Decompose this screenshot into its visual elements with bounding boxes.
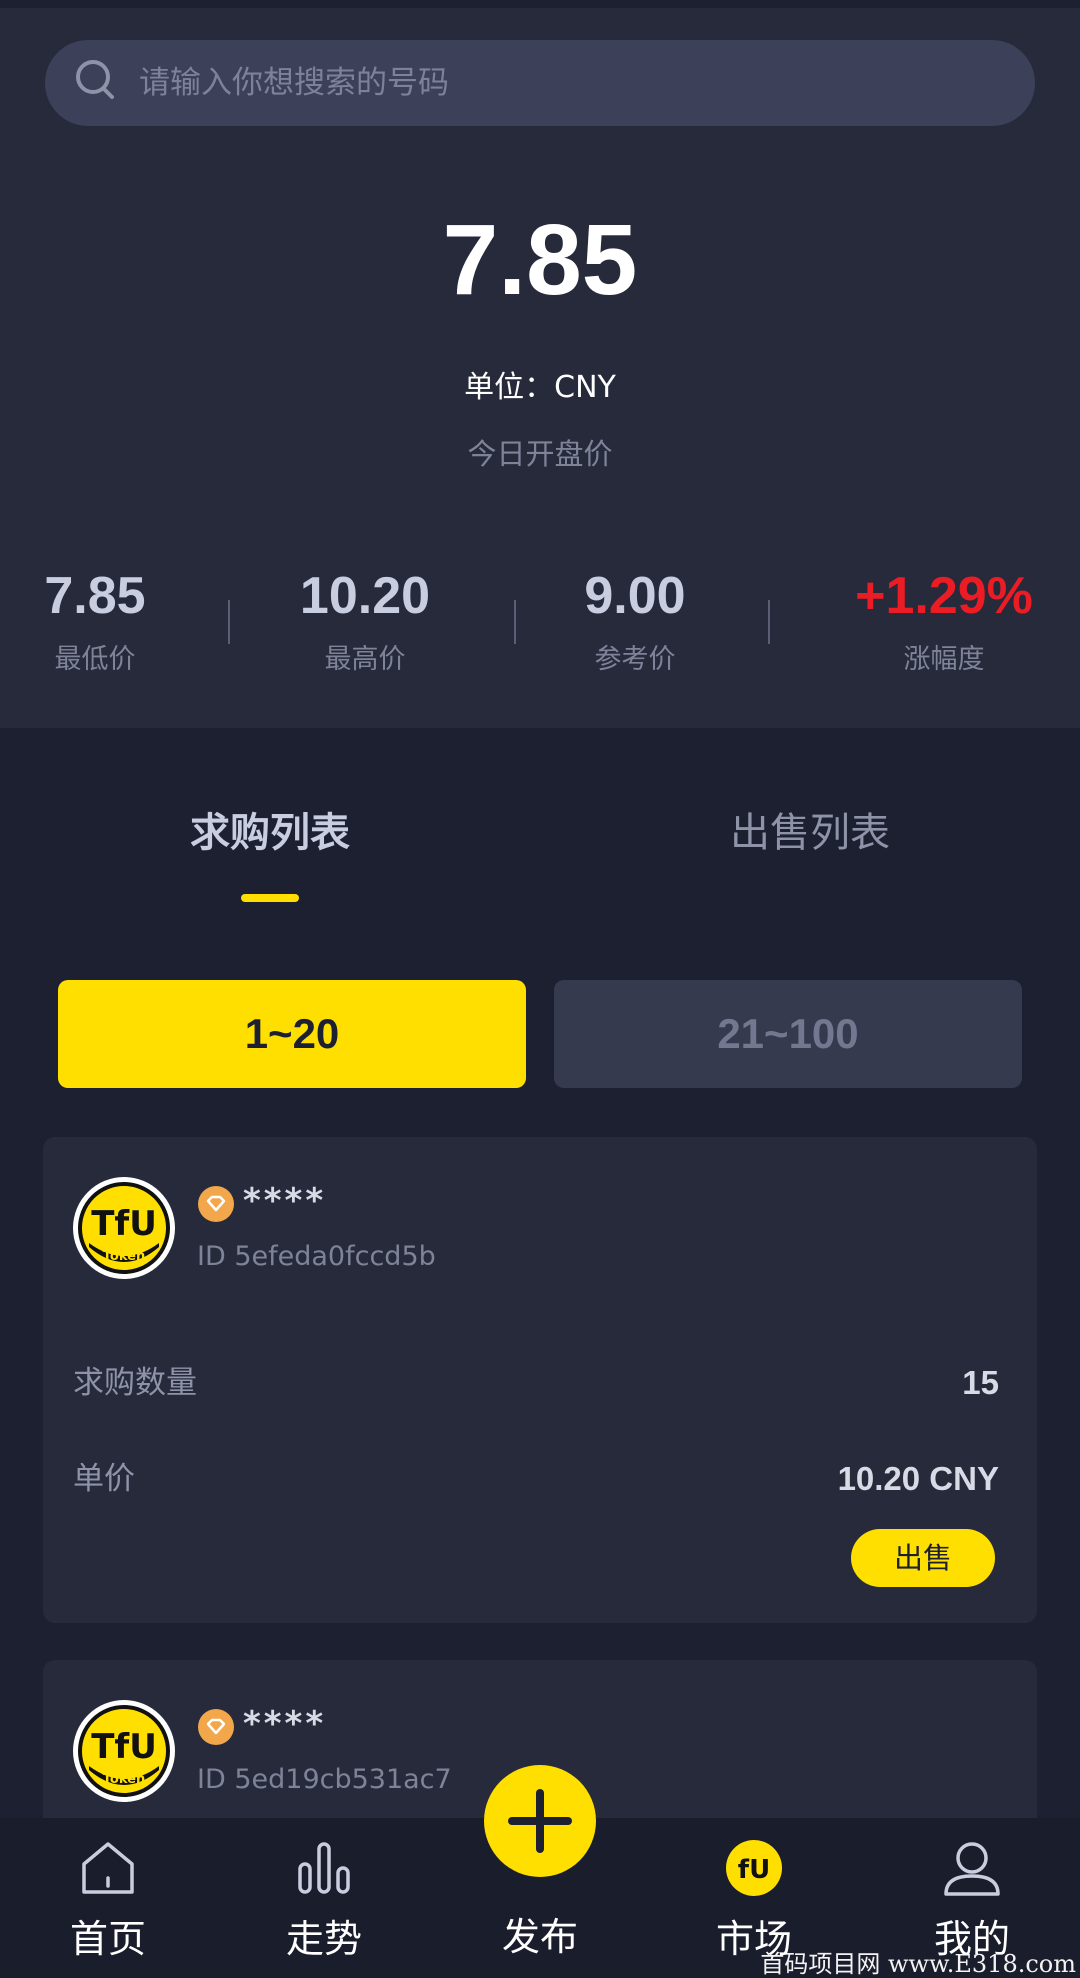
user-name: **** (243, 1704, 327, 1744)
stat-low-label: 最低价 (54, 644, 136, 675)
stat-reference: 9.00 参考价 (555, 560, 715, 682)
stat-divider (514, 600, 516, 644)
avatar-logo-text: TfU (91, 1204, 157, 1244)
search-input[interactable] (139, 53, 1035, 113)
stat-change-label: 涨幅度 (903, 644, 985, 675)
page: 7.85 单位：CNY 今日开盘价 7.85 最低价 10.20 最高价 9.0… (0, 0, 1080, 1978)
stat-high-label: 最高价 (324, 644, 406, 675)
tab-sell-list[interactable]: 出售列表 (610, 790, 1010, 876)
nav-label-trend: 走势 (285, 1917, 362, 1961)
status-bar-strip (0, 0, 1080, 8)
range-1-20-button[interactable]: 1~20 (58, 980, 526, 1088)
token-logo-icon: fU (724, 1838, 784, 1898)
range-21-100-button[interactable]: 21~100 (554, 980, 1022, 1088)
stat-change: +1.29% 涨幅度 (836, 560, 1052, 682)
vip-badge-icon (197, 1185, 235, 1223)
search-icon (73, 57, 121, 109)
home-icon (78, 1838, 138, 1898)
publish-button[interactable] (484, 1765, 596, 1877)
price-stats: 7.85 最低价 10.20 最高价 9.00 参考价 +1.29% 涨幅度 (0, 560, 1080, 700)
watermark: 首码项目网 www.E318.com (760, 1950, 1076, 1978)
bar-chart-icon (294, 1838, 354, 1898)
nav-label-home: 首页 (69, 1917, 146, 1961)
price-header: 7.85 单位：CNY 今日开盘价 7.85 最低价 10.20 最高价 9.0… (0, 0, 1080, 728)
quantity-label: 求购数量 (73, 1365, 197, 1401)
avatar-logo-subtext: Token (103, 1772, 145, 1787)
stat-divider (228, 600, 230, 644)
nav-item-trend[interactable]: 走势 (244, 1818, 404, 1978)
user-id: ID 5ed19cb531ac7 (197, 1764, 452, 1795)
active-tab-indicator (241, 894, 299, 902)
nav-label-publish: 发布 (501, 1915, 578, 1959)
unit-price-label: 单价 (73, 1461, 135, 1497)
avatar-logo-subtext: Token (103, 1249, 145, 1264)
user-icon (942, 1838, 1002, 1898)
plus-icon (508, 1789, 572, 1853)
vip-badge-icon (197, 1708, 235, 1746)
buy-order-card: TfU Token **** ID 5efeda0fccd5b 求购数量 15 … (43, 1137, 1037, 1623)
stat-reference-label: 参考价 (594, 644, 676, 675)
svg-text:fU: fU (738, 1855, 770, 1885)
stat-divider (768, 600, 770, 644)
stat-change-value: +1.29% (855, 567, 1033, 625)
opening-price: 7.85 (442, 204, 638, 316)
opening-price-label: 今日开盘价 (467, 437, 613, 471)
sell-button[interactable]: 出售 (851, 1529, 995, 1587)
stat-low-value: 7.85 (44, 567, 146, 625)
user-id: ID 5efeda0fccd5b (197, 1241, 436, 1272)
unit-price-value: 10.20 CNY (837, 1460, 999, 1497)
stat-reference-value: 9.00 (584, 567, 686, 625)
stat-high-value: 10.20 (299, 567, 431, 625)
list-tabs: 求购列表 出售列表 (0, 790, 1080, 910)
stat-low: 7.85 最低价 (20, 560, 170, 682)
price-unit: 单位：CNY (464, 370, 616, 405)
stat-high: 10.20 最高价 (280, 560, 450, 682)
quantity-value: 15 (962, 1364, 999, 1401)
tab-buy-list[interactable]: 求购列表 (70, 790, 470, 876)
avatar: TfU Token (73, 1177, 175, 1279)
avatar: TfU Token (73, 1700, 175, 1802)
nav-item-home[interactable]: 首页 (28, 1818, 188, 1978)
avatar-logo-text: TfU (91, 1727, 157, 1767)
search-bar[interactable] (45, 40, 1035, 126)
user-name: **** (243, 1181, 327, 1221)
